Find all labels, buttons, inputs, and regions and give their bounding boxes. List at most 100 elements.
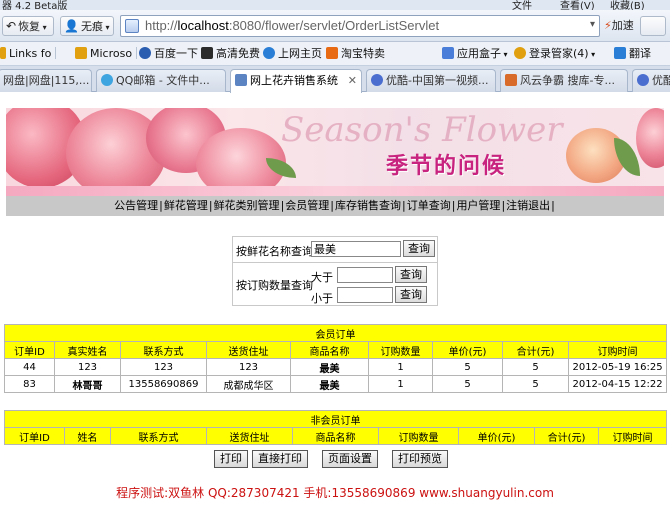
print-preview-button[interactable]: 打印预览 bbox=[392, 450, 448, 468]
total-cell: 5 bbox=[502, 358, 569, 376]
baidu-paw-icon bbox=[139, 47, 151, 59]
nonmember-orders-table: 非会员订单 订单ID 姓名 联系方式 送货住址 商品名称 订购数量 单价(元) … bbox=[3, 410, 668, 445]
search-greater-button[interactable]: 查询 bbox=[395, 266, 427, 283]
page-icon bbox=[235, 74, 247, 86]
fav-item-app-box[interactable]: 应用盒子 ▾ bbox=[442, 47, 508, 62]
incognito-button[interactable]: 👤 无痕 ▾ bbox=[60, 16, 114, 36]
column-header: 合计(元) bbox=[502, 341, 569, 359]
fav-item-taobao[interactable]: 淘宝特卖 bbox=[326, 47, 385, 61]
fav-item-microsoft[interactable]: Microso bbox=[75, 47, 141, 61]
tab-soku[interactable]: 风云争霸 搜库-专... bbox=[500, 69, 628, 92]
close-tab-icon[interactable]: ✕ bbox=[348, 70, 357, 91]
menu-view[interactable]: 查看(V) bbox=[560, 0, 595, 10]
product-name-cell: 最美 bbox=[290, 375, 369, 393]
nav-flower-category-management[interactable]: 鲜花类别管理 bbox=[214, 199, 280, 212]
nav-stock-sales-query[interactable]: 库存销售查询 bbox=[335, 199, 401, 212]
nav-flower-management[interactable]: 鲜花管理 bbox=[164, 199, 208, 212]
greater-than-label: 大于 bbox=[311, 271, 333, 284]
column-header: 订购时间 bbox=[567, 341, 668, 359]
column-header: 单价(元) bbox=[432, 341, 503, 359]
translate-icon bbox=[614, 47, 626, 59]
fav-item-homepage[interactable]: 上网主页 bbox=[263, 47, 322, 61]
site-banner: Season's Flower 季节的问候 bbox=[6, 108, 664, 196]
query-by-name-label: 按鲜花名称查询 bbox=[236, 245, 313, 258]
fav-item-links[interactable]: Links fo bbox=[0, 47, 60, 61]
contact-cell: 13558690869 bbox=[120, 375, 207, 393]
search-less-button[interactable]: 查询 bbox=[395, 286, 427, 303]
menu-favorites[interactable]: 收藏(B) bbox=[610, 0, 645, 10]
restore-button[interactable]: ↶ 恢复 ▾ bbox=[2, 16, 54, 36]
table-row[interactable]: 83 林哥哥 13558690869 成都成华区 最美 1 5 5 2012-0… bbox=[4, 375, 668, 393]
search-by-name-button[interactable]: 查询 bbox=[403, 240, 435, 257]
ie-icon bbox=[263, 47, 275, 59]
fav-item-translate[interactable]: 翻译 bbox=[614, 47, 651, 61]
tab-youku-2[interactable]: 优酷 bbox=[632, 69, 670, 92]
unit-price-cell: 5 bbox=[432, 358, 503, 376]
tab-qq-mail[interactable]: QQ邮箱 - 文件中... bbox=[96, 69, 226, 92]
tab-netdisk[interactable]: 网盘|网盘|115,... bbox=[0, 69, 92, 92]
table-row[interactable]: 44 123 123 123 最美 1 5 5 2012-05-19 16:25 bbox=[4, 358, 668, 376]
tab-flower-system[interactable]: 网上花卉销售系统 ✕ bbox=[230, 69, 362, 93]
qty-less-input[interactable] bbox=[337, 287, 393, 303]
query-by-name-row: 按鲜花名称查询 查询 bbox=[233, 237, 437, 263]
print-button[interactable]: 打印 bbox=[214, 450, 248, 468]
menu-file[interactable]: 文件 bbox=[512, 0, 532, 10]
fav-item-baidu[interactable]: 百度一下 bbox=[139, 47, 198, 61]
unit-price-cell: 5 bbox=[432, 375, 503, 393]
folder-icon bbox=[75, 47, 87, 59]
nav-member-management[interactable]: 会员管理 bbox=[285, 199, 329, 212]
address-bar[interactable]: http://localhost:8080/flower/servlet/Ord… bbox=[120, 15, 600, 37]
footer-credits: 程序测试:双鱼林 QQ:287307421 手机:13558690869 www… bbox=[116, 486, 554, 500]
rose-image bbox=[636, 108, 664, 168]
fav-item-hd-free[interactable]: 高清免费 bbox=[201, 47, 260, 61]
less-than-label: 小于 bbox=[311, 292, 333, 305]
column-header: 联系方式 bbox=[110, 427, 207, 445]
page-icon bbox=[125, 19, 139, 33]
contact-cell: 123 bbox=[120, 358, 207, 376]
flower-name-input[interactable] bbox=[311, 241, 401, 257]
column-header: 订单ID bbox=[4, 427, 65, 445]
qty-greater-input[interactable] bbox=[337, 267, 393, 283]
quantity-cell: 1 bbox=[368, 358, 433, 376]
app-box-icon bbox=[442, 47, 454, 59]
address-cell: 123 bbox=[206, 358, 291, 376]
column-header: 订购时间 bbox=[597, 427, 668, 445]
banner-strip bbox=[6, 186, 664, 196]
page-setup-button[interactable]: 页面设置 bbox=[322, 450, 378, 468]
product-name-cell: 最美 bbox=[290, 358, 369, 376]
order-time-cell: 2012-05-19 16:25 bbox=[567, 358, 668, 376]
column-header: 订单ID bbox=[4, 341, 55, 359]
lightning-icon: ⚡ bbox=[604, 19, 612, 32]
tab-bar: 网盘|网盘|115,... QQ邮箱 - 文件中... 网上花卉销售系统 ✕ 优酷… bbox=[0, 66, 670, 93]
direct-print-button[interactable]: 直接打印 bbox=[252, 450, 308, 468]
tab-youku[interactable]: 优酷-中国第一视频... bbox=[366, 69, 496, 92]
address-dropdown-icon[interactable]: ▾ bbox=[590, 19, 595, 30]
nav-order-query[interactable]: 订单查询 bbox=[407, 199, 451, 212]
accelerate-button[interactable]: ⚡加速 bbox=[604, 16, 634, 36]
quantity-cell: 1 bbox=[368, 375, 433, 393]
address-url: http://localhost:8080/flower/servlet/Ord… bbox=[145, 18, 440, 33]
folder-icon bbox=[0, 47, 6, 59]
toolbar-more-button[interactable] bbox=[640, 16, 666, 36]
browser-toolbar: ↶ 恢复 ▾ 👤 无痕 ▾ http://localhost:8080/flower… bbox=[0, 10, 670, 42]
query-by-qty-label: 按订购数量查询 bbox=[236, 279, 313, 292]
incognito-label: 无痕 bbox=[80, 20, 103, 33]
banner-title: 季节的问候 bbox=[386, 154, 507, 179]
nav-notice-management[interactable]: 公告管理 bbox=[114, 199, 158, 212]
column-header: 订购数量 bbox=[368, 341, 433, 359]
column-header: 姓名 bbox=[64, 427, 111, 445]
video-icon bbox=[201, 47, 213, 59]
youku-icon bbox=[637, 74, 649, 86]
youku-icon bbox=[371, 74, 383, 86]
column-header: 送货住址 bbox=[206, 341, 291, 359]
nav-user-management[interactable]: 用户管理 bbox=[456, 199, 500, 212]
column-header: 送货住址 bbox=[206, 427, 293, 445]
nav-logout[interactable]: 注销退出 bbox=[506, 199, 550, 212]
address-cell: 成都成华区 bbox=[206, 375, 291, 393]
column-header: 真实姓名 bbox=[54, 341, 121, 359]
soku-icon bbox=[505, 74, 517, 86]
undo-arrow-icon: ↶ bbox=[6, 19, 17, 33]
member-orders-table: 会员订单 订单ID 真实姓名 联系方式 送货住址 商品名称 订购数量 单价(元)… bbox=[3, 324, 668, 393]
column-header: 商品名称 bbox=[292, 427, 379, 445]
fav-item-login-manager[interactable]: 登录管家(4) ▾ bbox=[514, 47, 595, 62]
